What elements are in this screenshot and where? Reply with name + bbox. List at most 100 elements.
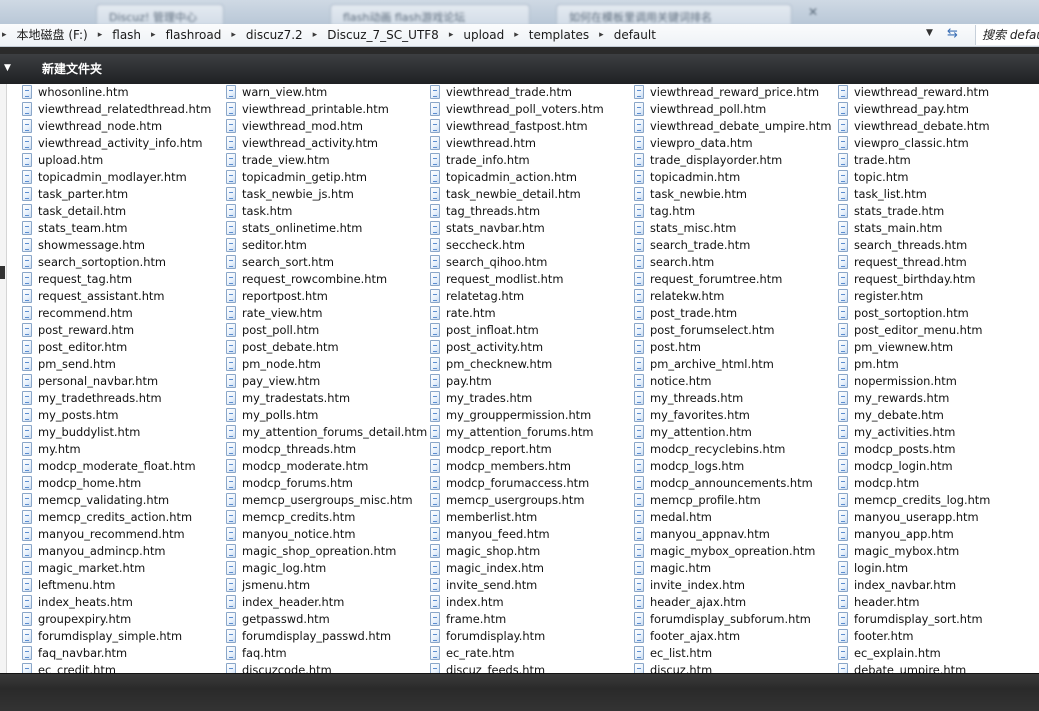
file-item[interactable]: magic.htm [634, 560, 838, 577]
chevron-down-icon[interactable]: ▼ [926, 28, 933, 38]
file-item[interactable]: debate_umpire.htm [838, 662, 1039, 673]
file-item[interactable]: groupexpiry.htm [22, 611, 226, 628]
file-item[interactable]: header.htm [838, 594, 1039, 611]
file-item[interactable]: discuzcode.htm [226, 662, 430, 673]
file-item[interactable]: my_attention.htm [634, 424, 838, 441]
file-item[interactable]: pm_checknew.htm [430, 356, 634, 373]
breadcrumb-item-upload[interactable]: upload [455, 27, 512, 44]
file-item[interactable]: jsmenu.htm [226, 577, 430, 594]
file-item[interactable]: magic_mybox_opreation.htm [634, 543, 838, 560]
file-item[interactable]: post_infloat.htm [430, 322, 634, 339]
file-item[interactable]: viewthread_fastpost.htm [430, 118, 634, 135]
file-item[interactable]: post_sortoption.htm [838, 305, 1039, 322]
file-item[interactable]: showmessage.htm [22, 237, 226, 254]
breadcrumb-item-templates[interactable]: templates [521, 27, 597, 44]
file-item[interactable]: my_debate.htm [838, 407, 1039, 424]
file-item[interactable]: trade_info.htm [430, 152, 634, 169]
file-item[interactable]: post.htm [634, 339, 838, 356]
file-item[interactable]: post_activity.htm [430, 339, 634, 356]
file-item[interactable]: request_forumtree.htm [634, 271, 838, 288]
tab-discuz-admin[interactable]: Discuz! 管理中心 [96, 4, 224, 26]
file-item[interactable]: search.htm [634, 254, 838, 271]
chevron-right-icon[interactable]: ▸ [597, 27, 606, 44]
file-item[interactable]: modcp_threads.htm [226, 441, 430, 458]
file-item[interactable]: modcp_moderate.htm [226, 458, 430, 475]
file-item[interactable]: faq.htm [226, 645, 430, 662]
file-item[interactable]: register.htm [838, 288, 1039, 305]
file-item[interactable]: stats_onlinetime.htm [226, 220, 430, 237]
file-item[interactable]: my.htm [22, 441, 226, 458]
file-item[interactable]: faq_navbar.htm [22, 645, 226, 662]
file-item[interactable]: modcp_login.htm [838, 458, 1039, 475]
file-item[interactable]: memcp_credits_action.htm [22, 509, 226, 526]
file-item[interactable]: relatekw.htm [634, 288, 838, 305]
file-item[interactable]: my_attention_forums.htm [430, 424, 634, 441]
file-item[interactable]: post_poll.htm [226, 322, 430, 339]
file-item[interactable]: search_sort.htm [226, 254, 430, 271]
file-item[interactable]: forumdisplay_subforum.htm [634, 611, 838, 628]
file-item[interactable]: tag.htm [634, 203, 838, 220]
file-item[interactable]: pay_view.htm [226, 373, 430, 390]
chevron-right-icon[interactable]: ▸ [447, 27, 456, 44]
file-item[interactable]: getpasswd.htm [226, 611, 430, 628]
file-item[interactable]: reportpost.htm [226, 288, 430, 305]
file-item[interactable]: task_parter.htm [22, 186, 226, 203]
file-list[interactable]: whosonline.htm viewthread_relatedthread.h… [7, 84, 1039, 673]
file-item[interactable]: post_trade.htm [634, 305, 838, 322]
file-item[interactable]: trade.htm [838, 152, 1039, 169]
file-item[interactable]: viewthread_node.htm [22, 118, 226, 135]
breadcrumb-item-drive[interactable]: 本地磁盘 (F:) [9, 27, 96, 44]
file-item[interactable]: magic_market.htm [22, 560, 226, 577]
file-item[interactable]: search_sortoption.htm [22, 254, 226, 271]
chevron-right-icon[interactable]: ▸ [512, 27, 521, 44]
file-item[interactable]: trade_displayorder.htm [634, 152, 838, 169]
close-icon[interactable]: ✕ [808, 5, 818, 19]
file-item[interactable]: modcp_moderate_float.htm [22, 458, 226, 475]
file-item[interactable]: my_grouppermission.htm [430, 407, 634, 424]
breadcrumb-item-discuz72[interactable]: discuz7.2 [238, 27, 311, 44]
file-item[interactable]: modcp_home.htm [22, 475, 226, 492]
file-item[interactable]: my_attention_forums_detail.htm [226, 424, 430, 441]
file-item[interactable]: post_editor_menu.htm [838, 322, 1039, 339]
file-item[interactable]: viewthread_mod.htm [226, 118, 430, 135]
search-input[interactable]: 搜索 default [975, 25, 1039, 45]
breadcrumb-item-flash[interactable]: flash [104, 27, 149, 44]
address-bar[interactable]: ▸ 本地磁盘 (F:) ▸ flash ▸ flashroad ▸ discuz… [0, 24, 1039, 47]
file-item[interactable]: topicadmin_action.htm [430, 169, 634, 186]
file-item[interactable]: viewthread_trade.htm [430, 84, 634, 101]
file-item[interactable]: viewthread_poll.htm [634, 101, 838, 118]
file-item[interactable]: pm_send.htm [22, 356, 226, 373]
file-item[interactable]: footer_ajax.htm [634, 628, 838, 645]
file-item[interactable]: modcp_posts.htm [838, 441, 1039, 458]
file-item[interactable]: recommend.htm [22, 305, 226, 322]
file-item[interactable]: index_heats.htm [22, 594, 226, 611]
tab-flash-forum[interactable]: flash动画 flash游戏论坛 [330, 4, 530, 26]
file-item[interactable]: warn_view.htm [226, 84, 430, 101]
file-item[interactable]: modcp_announcements.htm [634, 475, 838, 492]
file-item[interactable]: index_navbar.htm [838, 577, 1039, 594]
file-item[interactable]: modcp_logs.htm [634, 458, 838, 475]
file-item[interactable]: request_rowcombine.htm [226, 271, 430, 288]
file-item[interactable]: viewpro_data.htm [634, 135, 838, 152]
file-item[interactable]: invite_send.htm [430, 577, 634, 594]
chevron-right-icon[interactable]: ▸ [149, 27, 158, 44]
file-item[interactable]: medal.htm [634, 509, 838, 526]
breadcrumb-item-flashroad[interactable]: flashroad [158, 27, 230, 44]
file-item[interactable]: my_activities.htm [838, 424, 1039, 441]
file-item[interactable]: request_thread.htm [838, 254, 1039, 271]
file-item[interactable]: viewthread_activity.htm [226, 135, 430, 152]
file-item[interactable]: ec_explain.htm [838, 645, 1039, 662]
file-item[interactable]: task_newbie_detail.htm [430, 186, 634, 203]
chevron-right-icon[interactable]: ▸ [229, 27, 238, 44]
file-item[interactable]: forumdisplay_simple.htm [22, 628, 226, 645]
file-item[interactable]: pm_node.htm [226, 356, 430, 373]
file-item[interactable]: viewthread_activity_info.htm [22, 135, 226, 152]
file-item[interactable]: index_header.htm [226, 594, 430, 611]
file-item[interactable]: magic_index.htm [430, 560, 634, 577]
file-item[interactable]: my_tradethreads.htm [22, 390, 226, 407]
file-item[interactable]: memcp_usergroups.htm [430, 492, 634, 509]
file-item[interactable]: invite_index.htm [634, 577, 838, 594]
file-item[interactable]: viewthread_reward.htm [838, 84, 1039, 101]
file-item[interactable]: my_threads.htm [634, 390, 838, 407]
new-folder-button[interactable]: 新建文件夹 [34, 60, 110, 78]
